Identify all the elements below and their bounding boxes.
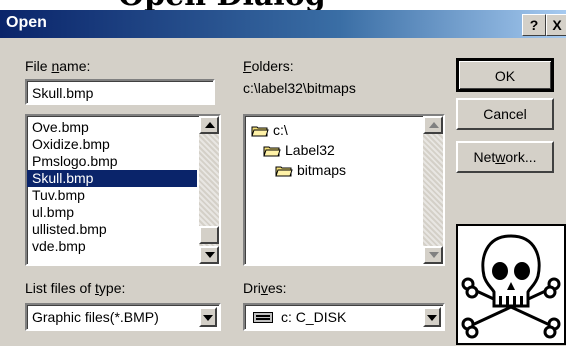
arrow-up-icon [205,122,215,128]
image-preview [456,224,566,345]
folder-open-icon [263,146,281,157]
file-name-label: File name: [25,58,91,74]
file-type-value: Graphic files(*.BMP) [32,309,159,325]
skull-crossbones-icon [461,234,561,339]
file-list-scrollbar[interactable] [199,116,219,264]
file-list-item[interactable]: vde.bmp [27,238,197,255]
drives-dropdown-button[interactable] [423,307,441,327]
folder-item-c-root[interactable]: c:\ [251,122,421,142]
file-type-label: List files of type: [25,280,126,296]
folder-item-label32[interactable]: Label32 [251,142,421,162]
network-button[interactable]: Network... [456,141,554,173]
folder-open-icon [275,166,293,177]
folder-open-icon [251,126,269,137]
file-list-item[interactable]: Pmslogo.bmp [27,153,197,170]
folders-path: c:\label32\bitmaps [243,80,356,96]
arrow-down-icon [429,252,439,258]
drive-icon [253,312,273,323]
file-list-item[interactable]: Ove.bmp [27,119,197,136]
top-heading-text: Open Dialog [118,0,326,10]
title-bar [0,10,566,38]
scroll-down-button[interactable] [423,246,443,264]
scroll-up-button[interactable] [423,116,443,134]
file-type-select[interactable]: Graphic files(*.BMP) [25,303,221,331]
chevron-down-icon [203,315,213,321]
file-list[interactable]: Ove.bmp Oxidize.bmp Pmslogo.bmp Skull.bmp Tu… [25,114,221,266]
file-name-value: Skull.bmp [32,85,94,101]
window-title: Open [6,14,47,31]
arrow-up-icon [429,122,439,128]
file-list-item[interactable]: Tuv.bmp [27,187,197,204]
file-list-item[interactable]: ullisted.bmp [27,221,197,238]
file-list-item[interactable]: Skull.bmp [27,170,197,187]
drives-select[interactable]: c: C_DISK [243,303,445,331]
folder-tree-scrollbar[interactable] [423,116,443,264]
scroll-thumb[interactable] [199,226,219,244]
cancel-button[interactable]: Cancel [456,98,554,130]
scroll-up-button[interactable] [199,116,219,134]
drives-value: c: C_DISK [281,309,347,325]
close-button[interactable]: X [546,14,566,36]
folder-item-bitmaps[interactable]: bitmaps [251,162,421,182]
scroll-down-button[interactable] [199,246,219,264]
drives-label: Drives: [243,280,287,296]
folders-label: Folders: [243,58,294,74]
folder-tree[interactable]: c:\ Label32 bitmaps [243,114,445,266]
help-button[interactable]: ? [522,14,546,36]
file-list-item[interactable]: ul.bmp [27,204,197,221]
file-list-item[interactable]: Oxidize.bmp [27,136,197,153]
file-name-input[interactable]: Skull.bmp [25,79,215,105]
chevron-down-icon [427,315,437,321]
file-type-dropdown-button[interactable] [199,307,217,327]
top-heading-strip: Open Dialog [0,0,566,10]
ok-button[interactable]: OK [456,58,554,92]
arrow-down-icon [205,252,215,258]
